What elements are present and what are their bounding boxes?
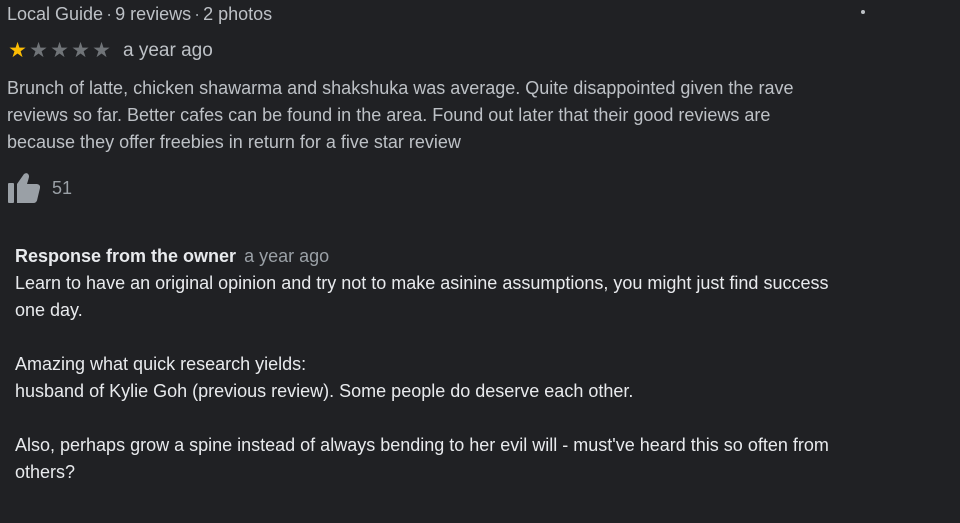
- thumbs-up-icon: [8, 173, 41, 203]
- separator: ·: [194, 4, 201, 24]
- separator: ·: [106, 4, 113, 24]
- like-row: 51: [7, 171, 72, 205]
- review-text: Brunch of latte, chicken shawarma and sh…: [7, 78, 794, 152]
- like-button[interactable]: [7, 172, 41, 204]
- more-vert-icon: [861, 10, 865, 14]
- reviewer-meta: Local Guide · 9 reviews · 2 photos: [7, 3, 272, 25]
- review-count: 9 reviews: [115, 4, 192, 24]
- star-icon-empty: ★: [50, 39, 69, 62]
- local-guide-badge: Local Guide: [7, 4, 104, 24]
- review-date: a year ago: [123, 40, 213, 61]
- like-count: 51: [52, 177, 73, 198]
- star-icon-filled: ★: [8, 39, 27, 62]
- star-icon-empty: ★: [29, 39, 48, 62]
- photo-count: 2 photos: [203, 4, 273, 24]
- rating-row: ★ ★ ★ ★ ★ a year ago: [7, 39, 213, 63]
- owner-response-title: Response from the owner: [15, 246, 237, 266]
- more-options-button[interactable]: [850, 0, 876, 14]
- star-icon-empty: ★: [71, 39, 90, 62]
- star-rating: ★ ★ ★ ★ ★: [7, 40, 112, 62]
- owner-response-header: Response from the owner a year ago: [15, 243, 915, 270]
- star-icon-empty: ★: [92, 39, 111, 62]
- owner-response-date: a year ago: [244, 246, 330, 266]
- owner-response-text: Learn to have an original opinion and tr…: [15, 273, 829, 482]
- owner-response: Response from the owner a year ago Learn…: [15, 243, 915, 486]
